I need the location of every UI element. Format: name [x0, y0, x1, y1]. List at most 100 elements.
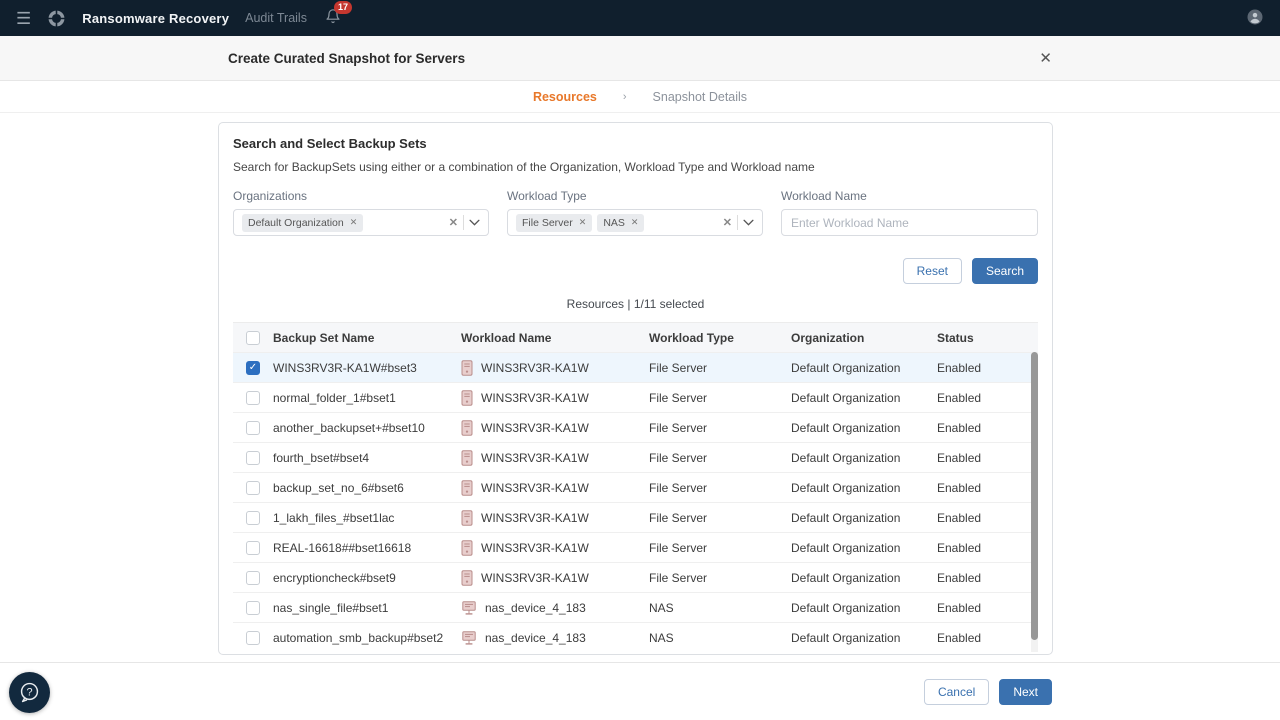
file-server-icon: [461, 420, 473, 436]
close-icon[interactable]: ✕: [1039, 49, 1052, 67]
select-all-checkbox[interactable]: [246, 331, 260, 345]
next-button[interactable]: Next: [999, 679, 1052, 705]
filter-actions: Reset Search: [233, 258, 1038, 284]
divider: [463, 215, 464, 230]
row-checkbox[interactable]: [246, 601, 260, 615]
backup-set-name: backup_set_no_6#bset6: [273, 481, 461, 495]
table-row[interactable]: nas_single_file#bset1nas_device_4_183NAS…: [233, 592, 1038, 622]
row-checkbox[interactable]: [246, 481, 260, 495]
step-resources[interactable]: Resources: [533, 90, 597, 104]
app-logo-icon[interactable]: [47, 9, 66, 28]
resources-selected-summary: Resources | 1/11 selected: [233, 297, 1038, 311]
chip-remove-icon[interactable]: ✕: [579, 217, 587, 228]
divider: [737, 215, 738, 230]
status: Enabled: [937, 571, 1038, 585]
workload-name: WINS3RV3R-KA1W: [481, 511, 589, 525]
table-row[interactable]: automation_smb_backup#bset2nas_device_4_…: [233, 622, 1038, 652]
top-navbar: ☰ Ransomware Recovery Audit Trails 17: [0, 0, 1280, 36]
column-header-organization[interactable]: Organization: [791, 331, 937, 345]
row-checkbox[interactable]: [246, 571, 260, 585]
backup-set-name: WINS3RV3R-KA1W#bset3: [273, 361, 461, 375]
column-header-backup-set-name[interactable]: Backup Set Name: [273, 331, 461, 345]
chevron-down-icon[interactable]: [469, 219, 480, 226]
nas-icon: [461, 630, 477, 646]
table-row[interactable]: fourth_bset#bset4WINS3RV3R-KA1WFile Serv…: [233, 442, 1038, 472]
workload-name-input[interactable]: [781, 209, 1038, 236]
nas-icon: [461, 600, 477, 616]
notifications-button[interactable]: 17: [325, 8, 341, 28]
row-checkbox[interactable]: [246, 421, 260, 435]
hamburger-menu-icon[interactable]: ☰: [16, 10, 31, 27]
organization: Default Organization: [791, 361, 937, 375]
table-row[interactable]: 1_lakh_files_#bset1lacWINS3RV3R-KA1WFile…: [233, 502, 1038, 532]
file-server-icon: [461, 570, 473, 586]
backup-set-name: encryptioncheck#bset9: [273, 571, 461, 585]
file-server-icon: [461, 540, 473, 556]
user-avatar[interactable]: [1246, 8, 1264, 29]
column-header-workload-name[interactable]: Workload Name: [461, 331, 649, 345]
file-server-icon: [461, 360, 473, 376]
reset-button[interactable]: Reset: [903, 258, 962, 284]
organization: Default Organization: [791, 571, 937, 585]
wizard-steps: Resources › Snapshot Details: [0, 81, 1280, 113]
workload-type: File Server: [649, 391, 791, 405]
workload-type-select[interactable]: File Server ✕ NAS ✕ ✕: [507, 209, 763, 236]
workload-type: NAS: [649, 631, 791, 645]
row-checkbox[interactable]: [246, 541, 260, 555]
app-title: Ransomware Recovery: [82, 11, 229, 26]
workload-type: File Server: [649, 421, 791, 435]
column-header-status[interactable]: Status: [937, 331, 1038, 345]
filter-chip: File Server ✕: [516, 214, 592, 232]
table-row[interactable]: REAL-16618##bset16618WINS3RV3R-KA1WFile …: [233, 532, 1038, 562]
workload-name: WINS3RV3R-KA1W: [481, 451, 589, 465]
row-checkbox[interactable]: [246, 391, 260, 405]
chip-label: NAS: [603, 217, 625, 229]
backup-set-name: REAL-16618##bset16618: [273, 541, 461, 555]
status: Enabled: [937, 511, 1038, 525]
help-bubble-icon: ?: [17, 680, 42, 705]
status: Enabled: [937, 541, 1038, 555]
file-server-icon: [461, 510, 473, 526]
table-row[interactable]: normal_folder_1#bset1WINS3RV3R-KA1WFile …: [233, 382, 1038, 412]
nav-link-audit-trails[interactable]: Audit Trails: [245, 11, 307, 25]
row-checkbox[interactable]: ✓: [246, 361, 260, 375]
organizations-select[interactable]: Default Organization✕ ✕: [233, 209, 489, 236]
organization: Default Organization: [791, 631, 937, 645]
file-server-icon: [461, 390, 473, 406]
scrollbar-thumb[interactable]: [1031, 352, 1038, 640]
row-checkbox[interactable]: [246, 631, 260, 645]
workload-name: nas_device_4_183: [485, 631, 586, 645]
search-button[interactable]: Search: [972, 258, 1038, 284]
row-checkbox[interactable]: [246, 451, 260, 465]
backup-set-name: 1_lakh_files_#bset1lac: [273, 511, 461, 525]
chip-remove-icon[interactable]: ✕: [631, 217, 639, 228]
filter-chip: NAS ✕: [597, 214, 644, 232]
cancel-button[interactable]: Cancel: [924, 679, 989, 705]
table-scrollbar[interactable]: [1031, 352, 1038, 652]
chip-remove-icon[interactable]: ✕: [350, 217, 358, 228]
modal-footer: Cancel Next: [0, 662, 1280, 720]
table-row[interactable]: backup_set_no_6#bset6WINS3RV3R-KA1WFile …: [233, 472, 1038, 502]
table-row[interactable]: ✓WINS3RV3R-KA1W#bset3WINS3RV3R-KA1WFile …: [233, 352, 1038, 382]
workload-name: WINS3RV3R-KA1W: [481, 481, 589, 495]
workload-type-label: Workload Type: [507, 189, 763, 203]
organization: Default Organization: [791, 421, 937, 435]
backup-set-name: fourth_bset#bset4: [273, 451, 461, 465]
organization: Default Organization: [791, 601, 937, 615]
step-snapshot-details[interactable]: Snapshot Details: [653, 90, 748, 104]
organization: Default Organization: [791, 391, 937, 405]
status: Enabled: [937, 421, 1038, 435]
row-checkbox[interactable]: [246, 511, 260, 525]
chip-label: File Server: [522, 217, 573, 229]
help-button[interactable]: ?: [9, 672, 50, 713]
chevron-down-icon[interactable]: [743, 219, 754, 226]
column-header-workload-type[interactable]: Workload Type: [649, 331, 791, 345]
filter-fields-row: Organizations Default Organization✕ ✕ Wo…: [233, 189, 1038, 236]
clear-icon[interactable]: ✕: [723, 216, 732, 229]
table-row[interactable]: another_backupset+#bset10WINS3RV3R-KA1WF…: [233, 412, 1038, 442]
organization: Default Organization: [791, 541, 937, 555]
table-row[interactable]: encryptioncheck#bset9WINS3RV3R-KA1WFile …: [233, 562, 1038, 592]
clear-icon[interactable]: ✕: [449, 216, 458, 229]
file-server-icon: [461, 480, 473, 496]
status: Enabled: [937, 631, 1038, 645]
